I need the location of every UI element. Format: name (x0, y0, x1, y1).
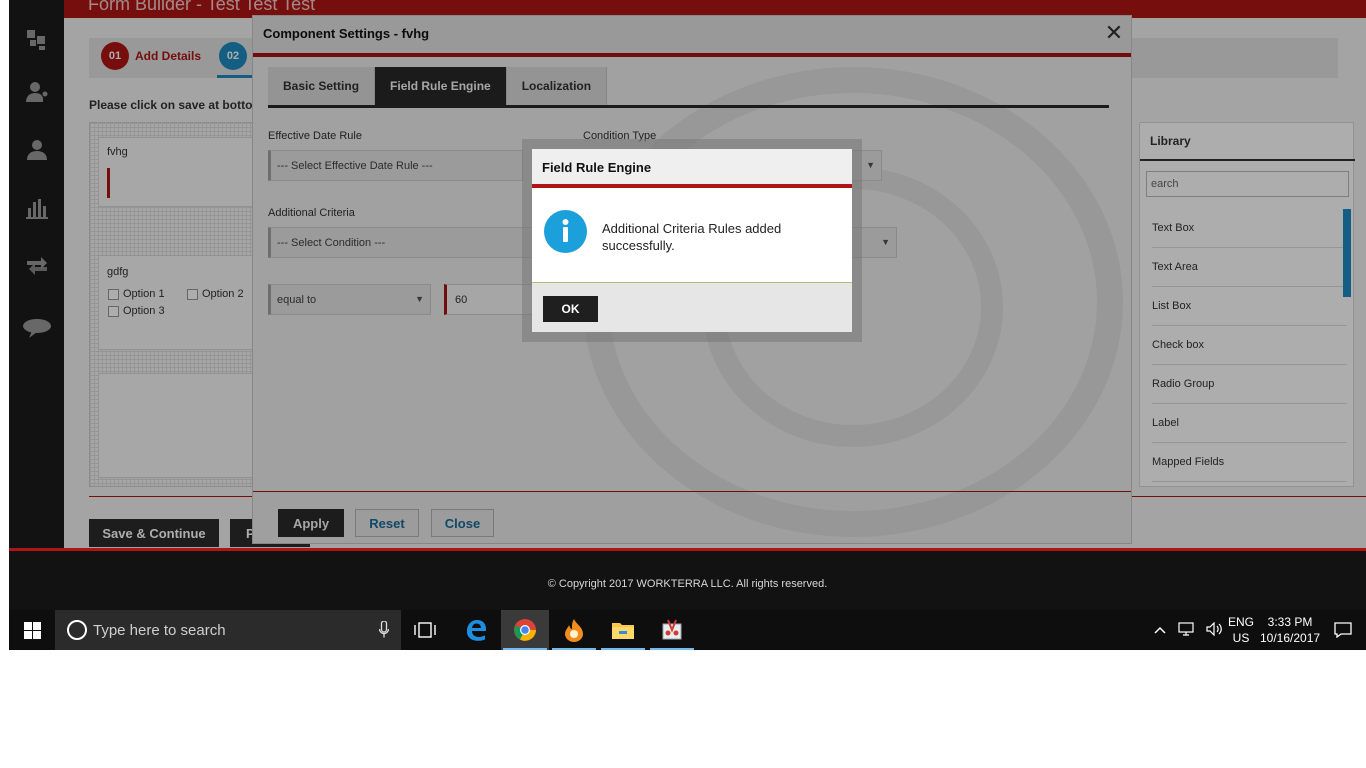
app-footer: © Copyright 2017 WORKTERRA LLC. All righ… (9, 551, 1366, 610)
clock[interactable]: 3:33 PM 10/16/2017 (1260, 610, 1320, 650)
system-tray (1154, 610, 1222, 650)
action-center-icon[interactable] (1334, 610, 1352, 650)
cortana-icon (67, 620, 87, 640)
running-app-indicator (650, 648, 694, 650)
microphone-icon[interactable] (378, 620, 390, 638)
region-code: US (1232, 631, 1250, 645)
ok-button[interactable]: OK (543, 296, 598, 322)
language-code: ENG (1228, 615, 1255, 629)
edge-browser-icon[interactable] (452, 610, 500, 650)
volume-icon[interactable] (1206, 621, 1222, 639)
file-explorer-icon[interactable] (599, 610, 647, 650)
active-app-indicator (503, 648, 547, 650)
chevron-up-icon[interactable] (1154, 623, 1166, 637)
windows-start-icon[interactable] (9, 610, 55, 650)
search-placeholder: Type here to search (93, 622, 226, 639)
alert-title: Field Rule Engine (542, 160, 652, 175)
clock-time: 3:33 PM (1267, 615, 1313, 629)
field-rule-engine-alert: Field Rule Engine Additional Criteria Ru… (532, 149, 852, 332)
network-icon[interactable] (1178, 621, 1194, 639)
alert-footer: OK (532, 283, 852, 332)
flame-app-icon[interactable] (550, 610, 598, 650)
info-icon (544, 210, 587, 253)
copyright-text: © Copyright 2017 WORKTERRA LLC. All righ… (547, 578, 828, 590)
alert-header-accent (532, 184, 852, 188)
running-app-indicator (601, 648, 645, 650)
windows-taskbar: Type here to search ENG US 3:33 PM 10/16… (9, 610, 1366, 650)
input-language[interactable]: ENG US (1228, 610, 1254, 650)
chrome-browser-icon[interactable] (501, 610, 549, 650)
task-view-icon[interactable] (401, 610, 449, 650)
clock-date: 10/16/2017 (1260, 631, 1321, 645)
running-app-indicator (552, 648, 596, 650)
alert-header: Field Rule Engine (532, 149, 852, 184)
alert-message: Additional Criteria Rules added successf… (602, 221, 782, 253)
screen: Form Builder - Test Test Test 01 Add Det… (9, 0, 1366, 650)
snipping-tool-icon[interactable] (648, 610, 696, 650)
taskbar-search-box[interactable]: Type here to search (55, 610, 401, 650)
